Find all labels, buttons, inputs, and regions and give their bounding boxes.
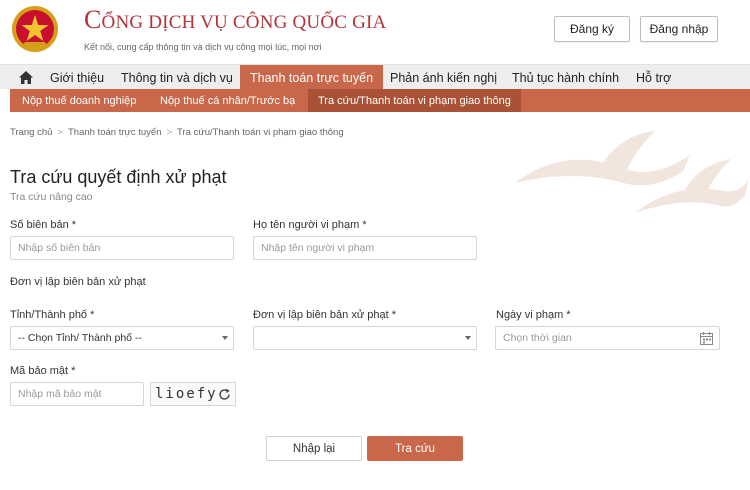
sub-nav: Nộp thuế doanh nghiệp Nộp thuế cá nhân/T… [10,89,750,112]
province-label: Tỉnh/Thành phố * [10,309,95,321]
main-nav: Giới thiệu Thông tin và dịch vụ Thanh to… [0,64,750,90]
bird-watermark-icon [515,131,749,213]
captcha-code: lioefy [155,386,218,402]
record-number-input[interactable]: Nhập số biên bản [10,236,234,260]
advanced-search-link[interactable]: Tra cứu nâng cao [10,191,93,203]
subnav-item-nop-thue-doanh-nghiep[interactable]: Nộp thuế doanh nghiệp [22,89,136,112]
violator-name-label: Họ tên người vi phạm * [253,219,367,231]
brand-title-rest: ỔNG DỊCH VỤ CÔNG QUỐC GIA [101,12,387,33]
breadcrumb-separator: > [166,127,173,138]
page-title: Tra cứu quyết định xử phạt [10,167,227,187]
chevron-down-icon [222,336,228,340]
home-icon[interactable] [18,70,34,85]
calendar-icon[interactable] [700,332,713,345]
violator-name-input[interactable]: Nhập tên người vi phạm [253,236,477,260]
login-button[interactable]: Đăng nhập [640,16,718,42]
violation-date-input[interactable]: Chọn thời gian [495,326,720,350]
register-button[interactable]: Đăng ký [554,16,630,42]
province-select-value: -- Chọn Tỉnh/ Thành phố -- [18,332,142,344]
nav-item-thong-tin-dich-vu[interactable]: Thông tin và dịch vụ [121,65,233,90]
search-button[interactable]: Tra cứu [367,436,463,461]
breadcrumb-home[interactable]: Trang chủ [10,127,52,138]
province-select[interactable]: -- Chọn Tỉnh/ Thành phố -- [10,326,234,350]
brand-title-initial: C [84,5,102,34]
captcha-image: lioefy [150,382,236,406]
nav-item-thanh-toan-truc-tuyen[interactable]: Thanh toán trực tuyến [240,65,384,90]
breadcrumb-thanh-toan[interactable]: Thanh toán trực tuyến [68,127,162,138]
nav-item-ho-tro[interactable]: Hỗ trợ [636,65,671,90]
breadcrumb: Trang chủ > Thanh toán trực tuyến > Tra cứu/… [10,127,344,138]
captcha-input[interactable]: Nhập mã bảo mật [10,382,144,406]
record-number-label: Số biên bản * [10,219,77,231]
captcha-label: Mã bảo mật * [10,365,76,377]
national-emblem-icon[interactable] [10,4,60,54]
reset-button[interactable]: Nhập lại [266,436,362,461]
breadcrumb-separator: > [57,127,63,138]
nav-item-thu-tuc-hanh-chinh[interactable]: Thủ tục hành chính [512,65,619,90]
violation-date-placeholder: Chọn thời gian [503,332,572,344]
subnav-item-nop-thue-ca-nhan[interactable]: Nộp thuế cá nhân/Trước bạ [160,89,295,112]
nav-item-gioi-thieu[interactable]: Giới thiệu [50,65,104,90]
chevron-down-icon [465,336,471,340]
issuing-unit-select[interactable] [253,326,477,350]
refresh-icon[interactable] [218,388,231,401]
violation-date-label: Ngày vi phạm * [496,309,571,321]
issuing-unit-section-label: Đơn vị lập biên bản xử phạt [10,276,146,288]
brand-title[interactable]: CỔNG DỊCH VỤ CÔNG QUỐC GIA [84,7,387,34]
subnav-item-tra-cuu-vi-pham[interactable]: Tra cứu/Thanh toán vi phạm giao thông [308,89,521,112]
brand-subtitle: Kết nối, cung cấp thông tin và dịch vụ c… [84,42,322,52]
issuing-unit-label: Đơn vị lập biên bản xử phạt * [253,309,396,321]
site-header: CỔNG DỊCH VỤ CÔNG QUỐC GIA Kết nối, cung… [0,0,750,64]
breadcrumb-current: Tra cứu/Thanh toán vi phạm giao thông [177,127,344,138]
nav-item-phan-anh-kien-nghi[interactable]: Phản ánh kiến nghị [390,65,497,90]
